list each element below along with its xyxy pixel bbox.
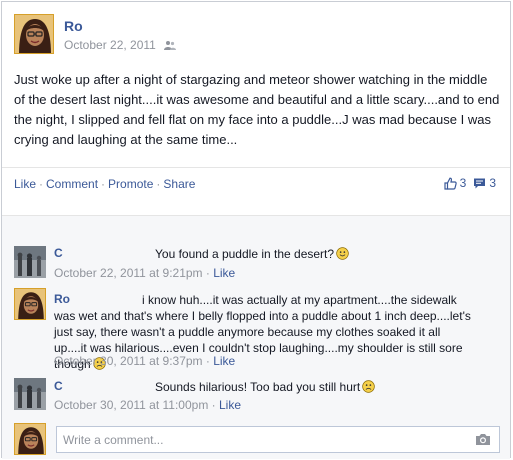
comments-section: C You found a puddle in the desert? Octo… (2, 215, 510, 459)
author-avatar[interactable] (14, 14, 54, 54)
comment-input[interactable] (57, 427, 457, 452)
commenter-avatar[interactable] (14, 246, 46, 278)
thumbs-up-icon[interactable] (444, 177, 457, 190)
comment-timestamp[interactable]: October 30, 2011 at 9:37pm (54, 354, 203, 368)
comment-text: You found a puddle in the desert? (155, 246, 485, 262)
comment-meta: October 30, 2011 at 9:37pm · Like (54, 354, 236, 368)
commenter-avatar[interactable] (14, 378, 46, 410)
like-link[interactable]: Like (14, 177, 36, 191)
post-date[interactable]: October 22, 2011 (64, 38, 156, 52)
like-count[interactable]: 3 (460, 176, 467, 190)
comment-author-name[interactable]: C (54, 379, 63, 393)
comment-count[interactable]: 3 (489, 176, 496, 190)
friends-icon[interactable] (164, 40, 176, 50)
smile-emoji-icon (336, 247, 349, 260)
post-actions: Like · Comment · Promote · Share (14, 177, 196, 191)
reaction-counts: 3 3 (444, 176, 496, 190)
comment-timestamp[interactable]: October 22, 2011 at 9:21pm (54, 266, 203, 280)
comment-link[interactable]: Comment (46, 177, 98, 191)
facebook-post: Ro October 22, 2011 Just woke up after a… (1, 1, 511, 459)
post-author-name[interactable]: Ro (64, 18, 83, 34)
comment-meta: October 22, 2011 at 9:21pm · Like (54, 266, 236, 280)
commenter-avatar[interactable] (14, 288, 46, 320)
comment-text: Sounds hilarious! Too bad you still hurt (155, 379, 485, 395)
comment-like-link[interactable]: Like (213, 266, 235, 280)
comment-timestamp[interactable]: October 30, 2011 at 11:00pm (54, 398, 208, 412)
camera-icon[interactable] (475, 433, 491, 446)
comment-meta: October 30, 2011 at 11:00pm · Like (54, 398, 242, 412)
frown-emoji-icon (362, 380, 375, 393)
share-link[interactable]: Share (163, 177, 195, 191)
comment-like-link[interactable]: Like (213, 354, 235, 368)
post-text: Just woke up after a night of stargazing… (14, 72, 500, 147)
promote-link[interactable]: Promote (108, 177, 153, 191)
divider (2, 167, 510, 168)
comment-author-name[interactable]: C (54, 246, 63, 260)
comment-composer (56, 426, 500, 453)
my-avatar[interactable] (14, 423, 46, 455)
comment-bubble-icon[interactable] (473, 177, 486, 190)
comment-like-link[interactable]: Like (219, 398, 241, 412)
